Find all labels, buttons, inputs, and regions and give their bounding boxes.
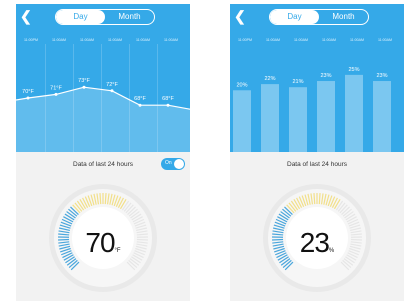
screen-humidity: ❮ Day Month 11:00PM 11:00AM 11:00AM 11:0… — [230, 4, 404, 301]
chart-panel: ❮ Day Month 11:00PM 11:00AM 11:00AM 11:0… — [230, 4, 404, 152]
data-label: 73°F — [78, 78, 90, 84]
toggle-label: On — [165, 160, 172, 166]
humidity-bar — [345, 74, 363, 152]
toggle-knob — [174, 159, 184, 169]
humidity-bar — [317, 81, 335, 152]
data-label: 20% — [236, 82, 247, 88]
gauge-unit: % — [328, 248, 335, 254]
data-label: 68°F — [162, 96, 174, 102]
temperature-chart: 70°F 71°F 73°F 72°F 68°F 68°F — [16, 78, 190, 152]
gauge-tick — [318, 193, 321, 205]
humidity-bar — [373, 81, 391, 152]
data-label: 21% — [292, 79, 303, 85]
live-toggle[interactable]: On — [161, 158, 185, 170]
data-point — [110, 89, 114, 93]
data-label: 23% — [376, 73, 387, 79]
gauge-tick — [104, 193, 107, 205]
gauge-unit: °F — [114, 248, 121, 254]
data-label: 22% — [264, 76, 275, 82]
gauge-value: 23 — [299, 227, 330, 258]
data-point — [138, 103, 142, 107]
gauge-tick — [99, 193, 102, 205]
humidity-bar — [233, 90, 251, 152]
humidity-chart: 20% 22% 21% 23% 25% 23% — [233, 67, 391, 152]
data-label: 25% — [348, 67, 359, 73]
humidity-bar — [289, 87, 307, 152]
humidity-bar — [261, 84, 279, 152]
screen-temperature: ❮ Day Month 11:00PM 11:00AM 11:00AM 11:0… — [16, 4, 190, 301]
data-point — [166, 103, 170, 107]
data-label: 71°F — [50, 85, 62, 91]
data-label: 70°F — [22, 89, 34, 95]
gauge-tick — [313, 193, 316, 205]
chart-panel: ❮ Day Month 11:00PM 11:00AM 11:00AM 11:0… — [16, 4, 190, 152]
gauge-reading: 70°F — [47, 227, 159, 259]
gauge-value: 70 — [85, 227, 115, 258]
data-label: 23% — [320, 73, 331, 79]
data-point — [26, 96, 30, 100]
summary-panel: Data of last 24 hours On 70°F — [16, 152, 190, 301]
gauge-reading: 23% — [261, 227, 373, 259]
data-point — [54, 92, 58, 96]
summary-panel: Data of last 24 hours 23% — [230, 152, 404, 301]
data-point — [82, 85, 86, 89]
data-label: 72°F — [106, 82, 118, 88]
data-label: 68°F — [134, 96, 146, 102]
data-range-label: Data of last 24 hours — [287, 161, 347, 168]
